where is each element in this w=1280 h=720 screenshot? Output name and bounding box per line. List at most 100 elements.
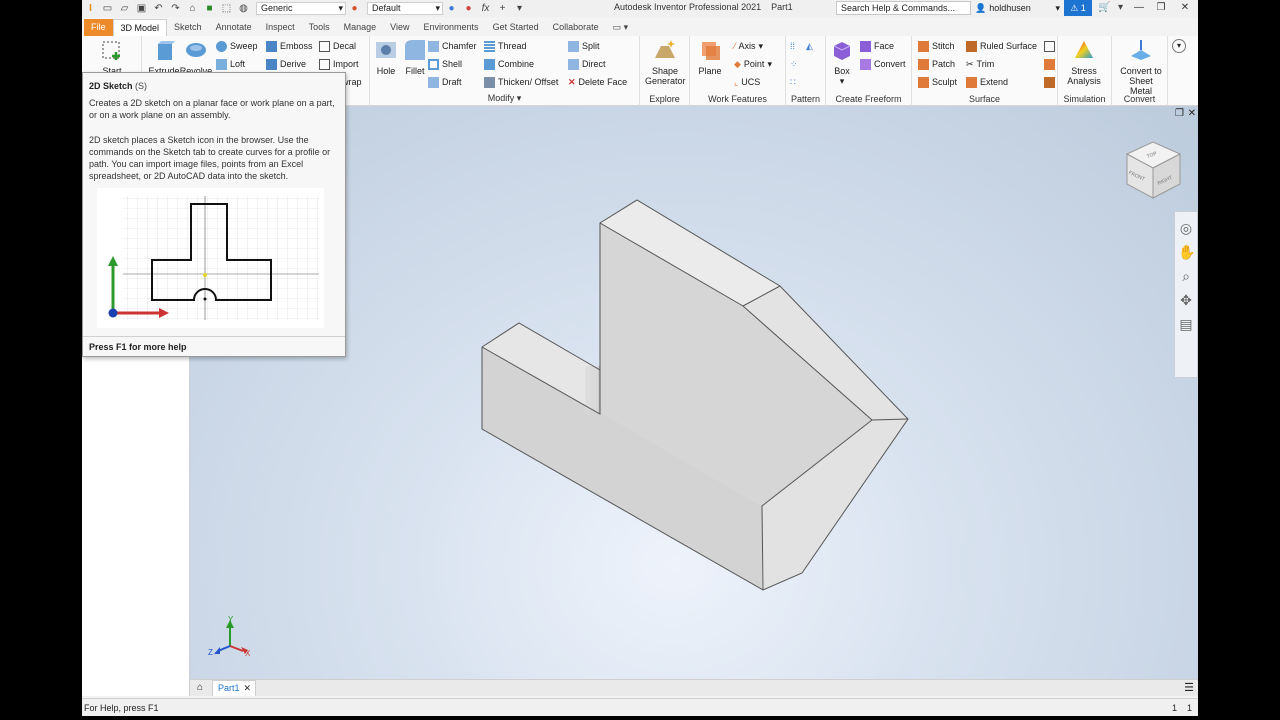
thread-label: Thread: [498, 41, 527, 51]
ucs-button[interactable]: ⌞ UCS: [734, 75, 760, 89]
loft-button[interactable]: Loft: [216, 57, 245, 71]
thicken-offset-button[interactable]: Thicken/ Offset: [484, 75, 558, 89]
direct-button[interactable]: Direct: [568, 57, 606, 71]
tab-collaborate[interactable]: Collaborate: [546, 19, 606, 36]
sculpt-button[interactable]: Sculpt: [918, 75, 957, 89]
tab-3d-model[interactable]: 3D Model: [112, 19, 168, 36]
delete-face-button[interactable]: ✕ Delete Face: [568, 75, 627, 89]
modify-panel-label[interactable]: Modify ▾: [370, 93, 639, 104]
help-dropdown-icon[interactable]: ▾: [1114, 2, 1127, 14]
tab-file[interactable]: File: [84, 19, 113, 36]
circular-pattern-icon: ⁘: [790, 59, 798, 69]
emboss-label: Emboss: [280, 41, 313, 51]
ruled-surface-button[interactable]: Ruled Surface: [966, 39, 1037, 53]
trim-button[interactable]: ✂ Trim: [966, 57, 994, 71]
user-menu[interactable]: 👤 holdhusen ▾: [975, 1, 1060, 15]
restore-view-button[interactable]: ❐: [1175, 108, 1184, 119]
tab-get-started[interactable]: Get Started: [486, 19, 546, 36]
sketch-pattern-button[interactable]: ∷: [790, 75, 796, 89]
circular-pattern-button[interactable]: ⁘: [790, 57, 798, 71]
cart-icon[interactable]: 🛒: [1098, 2, 1111, 14]
customize-icon[interactable]: ▾: [513, 3, 526, 15]
derive-label: Derive: [280, 59, 307, 69]
combine-button[interactable]: Combine: [484, 57, 534, 71]
axis-button[interactable]: ⁄ Axis ▾: [734, 39, 763, 53]
search-input[interactable]: Search Help & Commands...: [836, 1, 971, 15]
tab-view[interactable]: View: [383, 19, 416, 36]
pan-icon[interactable]: ✋: [1178, 244, 1195, 260]
rectangular-pattern-button[interactable]: ⁞⁞: [790, 39, 795, 53]
new-icon[interactable]: ▭: [101, 3, 114, 15]
thread-button[interactable]: Thread: [484, 39, 527, 53]
tab-annotate[interactable]: Annotate: [209, 19, 259, 36]
close-icon[interactable]: ✕: [243, 681, 251, 696]
start-2d-sketch-button[interactable]: Start: [92, 38, 132, 76]
patch-button[interactable]: Patch: [918, 57, 955, 71]
look-at-icon[interactable]: ▤: [1178, 316, 1194, 332]
ribbon-options-icon[interactable]: ▾: [1172, 39, 1186, 53]
chamfer-button[interactable]: Chamfer: [428, 39, 477, 53]
home-icon[interactable]: ⌂: [192, 681, 208, 695]
draft-button[interactable]: Draft: [428, 75, 462, 89]
undo-icon[interactable]: ↶: [152, 3, 165, 15]
hamburger-menu-icon[interactable]: ☰: [1184, 681, 1194, 695]
revolve-button[interactable]: Revolve: [176, 38, 216, 76]
adjust-icon[interactable]: ●: [445, 3, 458, 15]
pattern-label: Pattern: [790, 94, 821, 104]
emboss-button[interactable]: Emboss: [266, 39, 313, 53]
extend-button[interactable]: Extend: [966, 75, 1008, 89]
update-icon[interactable]: ■: [203, 3, 216, 15]
shell-button[interactable]: Shell: [428, 57, 462, 71]
select-icon[interactable]: ⬚: [220, 3, 233, 15]
split-button[interactable]: Split: [568, 39, 600, 53]
generator-label: Generator: [645, 76, 686, 86]
tab-sketch[interactable]: Sketch: [167, 19, 209, 36]
parameters-icon[interactable]: fx: [479, 3, 492, 15]
tab-inspect[interactable]: Inspect: [259, 19, 302, 36]
appearance-dropdown[interactable]: Default ▾: [367, 2, 443, 15]
mirror-button[interactable]: ◭: [806, 39, 813, 53]
orbit-icon[interactable]: ✥: [1178, 292, 1194, 308]
minimize-button[interactable]: —: [1128, 0, 1150, 16]
ruled-surface-label: Ruled Surface: [980, 41, 1038, 51]
convert-to-sheet-metal-button[interactable]: Convert to Sheet Metal: [1118, 38, 1164, 96]
redo-icon[interactable]: ↷: [169, 3, 182, 15]
viewcube[interactable]: TOP FRONT RIGHT: [1125, 141, 1182, 199]
convert-panel: Convert to Sheet Metal Convert: [1112, 36, 1168, 106]
close-view-button[interactable]: ✕: [1188, 108, 1196, 119]
sweep-button[interactable]: Sweep: [216, 39, 258, 53]
import-button[interactable]: Import: [319, 57, 359, 71]
open-icon[interactable]: ▱: [118, 3, 131, 15]
tab-part1[interactable]: Part1 ✕: [212, 680, 256, 696]
save-icon[interactable]: ▣: [135, 3, 148, 15]
stitch-button[interactable]: Stitch: [918, 39, 955, 53]
face-button[interactable]: Face: [860, 39, 894, 53]
plane-button[interactable]: Plane: [690, 38, 730, 76]
3d-part[interactable]: [481, 199, 909, 591]
stress-analysis-button[interactable]: Stress Analysis: [1064, 38, 1104, 86]
material-dropdown[interactable]: Generic ▾: [256, 2, 346, 15]
mirror-icon: ◭: [806, 41, 813, 51]
tab-environments[interactable]: Environments: [417, 19, 486, 36]
home-icon[interactable]: ⌂: [186, 3, 199, 15]
repair-button[interactable]: [1044, 39, 1055, 53]
shape-generator-button[interactable]: Shape Generator: [645, 38, 686, 86]
alert-button[interactable]: ⚠ 1: [1064, 0, 1092, 16]
point-button[interactable]: ◆ Point ▾: [734, 57, 772, 71]
convert-freeform-button[interactable]: Convert: [860, 57, 906, 71]
clear-icon[interactable]: ●: [462, 3, 475, 15]
tab-manage[interactable]: Manage: [337, 19, 384, 36]
tab-overflow[interactable]: ▭ ▾: [606, 19, 636, 36]
restore-button[interactable]: ❐: [1150, 0, 1172, 16]
derive-button[interactable]: Derive: [266, 57, 306, 71]
decal-button[interactable]: Decal: [319, 39, 356, 53]
zoom-icon[interactable]: ⌕: [1178, 268, 1194, 284]
box-button[interactable]: Box ▾: [822, 38, 862, 87]
add-icon[interactable]: +: [496, 3, 509, 15]
replace-face-button[interactable]: [1044, 75, 1055, 89]
steering-wheel-icon[interactable]: ◎: [1178, 220, 1194, 236]
fit-mesh-button[interactable]: [1044, 57, 1055, 71]
tab-tools[interactable]: Tools: [302, 19, 337, 36]
title-bar: I ▭ ▱ ▣ ↶ ↷ ⌂ ■ ⬚ ◍ Generic ▾ ● Default ▾ …: [82, 0, 1198, 17]
close-button[interactable]: ✕: [1174, 0, 1196, 16]
